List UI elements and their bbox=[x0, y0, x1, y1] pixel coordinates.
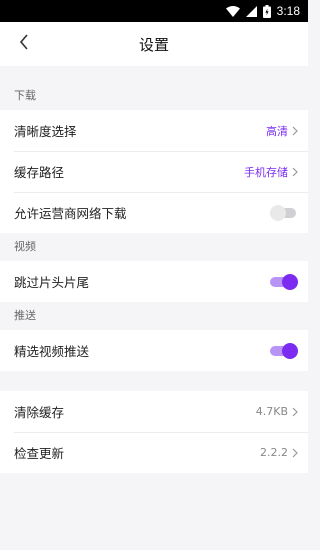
video-group: 跳过片头片尾 bbox=[0, 261, 308, 302]
skip-intro-toggle[interactable] bbox=[270, 273, 298, 290]
push-group: 精选视频推送 bbox=[0, 330, 308, 371]
skip-intro-row: 跳过片头片尾 bbox=[0, 261, 308, 302]
mobile-download-row: 允许运营商网络下载 bbox=[0, 192, 308, 233]
quality-value: 高清 bbox=[266, 124, 288, 138]
row-label: 允许运营商网络下载 bbox=[14, 206, 127, 221]
signal-icon bbox=[245, 5, 257, 17]
check-update-row[interactable]: 检查更新 2.2.2 bbox=[0, 432, 308, 473]
version-value: 2.2.2 bbox=[260, 446, 288, 459]
chevron-right-icon bbox=[292, 407, 298, 417]
wifi-icon bbox=[225, 5, 240, 17]
featured-push-toggle[interactable] bbox=[270, 342, 298, 359]
battery-icon bbox=[262, 4, 271, 18]
chevron-left-icon bbox=[19, 34, 29, 54]
row-label: 清除缓存 bbox=[14, 405, 65, 420]
chevron-right-icon bbox=[292, 126, 298, 136]
row-label: 缓存路径 bbox=[14, 165, 65, 180]
status-bar: 3:18 bbox=[0, 0, 308, 22]
cache-size-value: 4.7KB bbox=[255, 405, 288, 418]
download-group: 清晰度选择 高清 缓存路径 手机存储 允许运营商网络下载 bbox=[0, 110, 308, 233]
row-label: 清晰度选择 bbox=[14, 124, 77, 139]
page-title: 设置 bbox=[138, 35, 169, 54]
clear-cache-row[interactable]: 清除缓存 4.7KB bbox=[0, 391, 308, 432]
title-bar: 设置 bbox=[0, 22, 308, 66]
row-label: 精选视频推送 bbox=[14, 344, 90, 359]
cache-path-value: 手机存储 bbox=[244, 165, 288, 179]
mobile-download-toggle[interactable] bbox=[270, 204, 298, 221]
row-label: 跳过片头片尾 bbox=[14, 275, 90, 290]
section-header-push: 推送 bbox=[14, 309, 36, 322]
featured-push-row: 精选视频推送 bbox=[0, 330, 308, 371]
clock: 3:18 bbox=[276, 4, 300, 18]
chevron-right-icon bbox=[292, 448, 298, 458]
section-header-video: 视频 bbox=[14, 240, 36, 253]
back-button[interactable] bbox=[12, 22, 36, 66]
row-label: 检查更新 bbox=[14, 446, 65, 461]
cache-path-row[interactable]: 缓存路径 手机存储 bbox=[0, 151, 308, 192]
misc-group: 清除缓存 4.7KB 检查更新 2.2.2 bbox=[0, 391, 308, 473]
quality-select-row[interactable]: 清晰度选择 高清 bbox=[0, 110, 308, 151]
section-header-download: 下载 bbox=[14, 89, 36, 102]
chevron-right-icon bbox=[292, 167, 298, 177]
